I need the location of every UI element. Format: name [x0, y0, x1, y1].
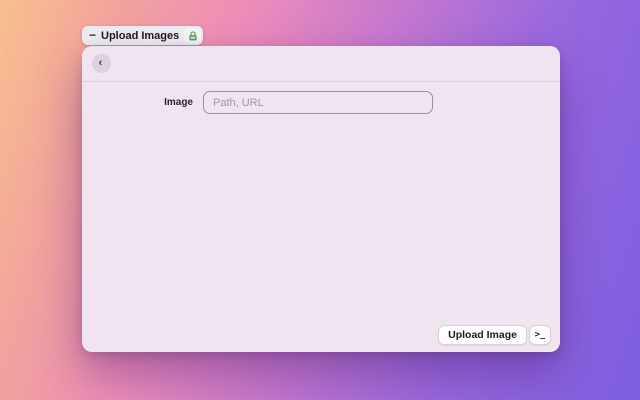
chip-label: Upload Images: [101, 29, 180, 42]
lock-icon: [189, 30, 197, 40]
terminal-prompt-icon: >_: [534, 330, 546, 340]
image-path-input[interactable]: [203, 91, 433, 114]
terminal-button[interactable]: >_: [529, 325, 551, 345]
image-field-label: Image: [164, 97, 193, 108]
upload-image-window: ‹ Image Upload Image >_: [82, 46, 560, 352]
upload-images-chip[interactable]: − Upload Images: [82, 26, 204, 45]
image-form-row: Image: [82, 91, 560, 114]
chevron-left-icon: ‹: [98, 56, 103, 69]
upload-image-button[interactable]: Upload Image: [438, 325, 527, 345]
window-footer: Upload Image >_: [438, 325, 551, 345]
minus-icon: −: [89, 27, 97, 42]
back-button[interactable]: ‹: [92, 54, 111, 73]
lock-tile: [184, 28, 202, 43]
window-header: ‹: [82, 46, 560, 82]
